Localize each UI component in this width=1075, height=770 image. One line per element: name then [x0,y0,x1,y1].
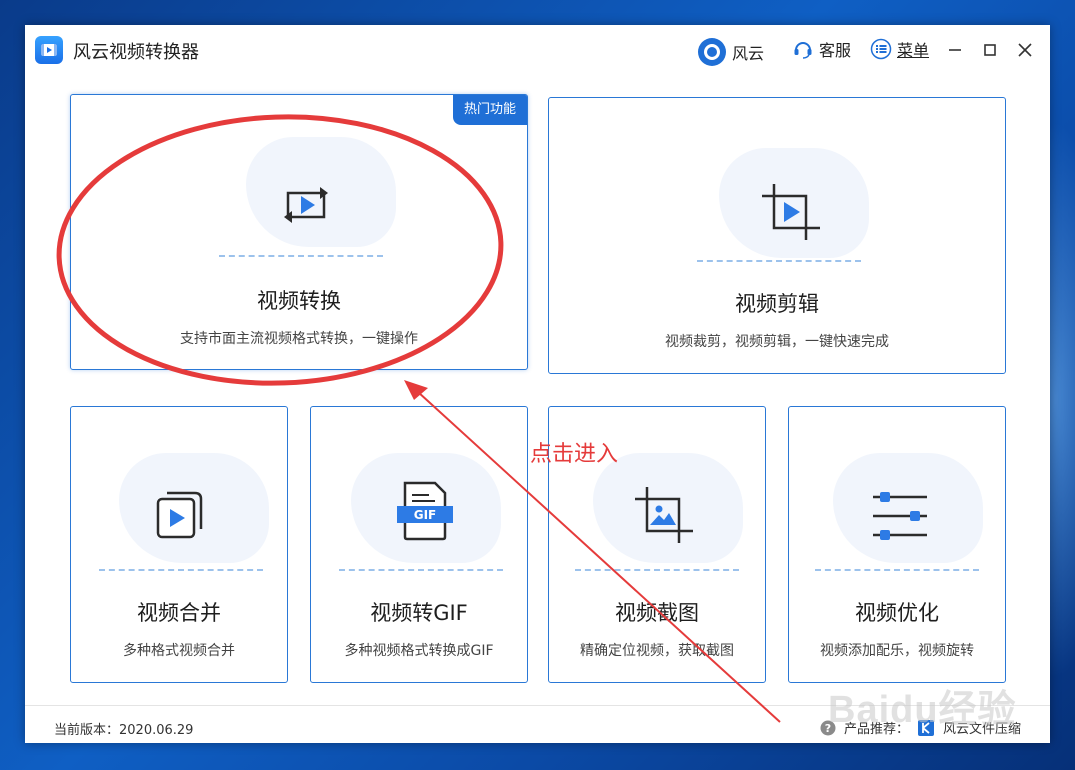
video-optimize-card[interactable]: 视频优化 视频添加配乐，视频旋转 [788,406,1006,683]
card-divider [219,255,383,257]
video-convert-title: 视频转换 [257,289,341,313]
video-screenshot-desc: 精确定位视频，获取截图 [580,643,734,659]
annotation-text: 点击进入 [530,442,619,467]
app-logo-icon [35,36,63,64]
video-to-gif-title: 视频转GIF [370,601,468,625]
baidu-watermark: Baidu经验 [828,689,1017,731]
card-divider [339,569,503,571]
menu-button[interactable]: 菜单 [870,37,929,61]
video-merge-card[interactable]: 视频合并 多种格式视频合并 [70,406,288,683]
fengyun-logo-icon [698,38,726,66]
customer-service-button[interactable]: 客服 [792,37,851,61]
video-merge-desc: 多种格式视频合并 [123,643,235,659]
video-merge-title: 视频合并 [137,601,221,625]
titlebar: 风云视频转换器 风云 客服 菜单 [25,25,1050,75]
app-title: 风云视频转换器 [73,42,199,63]
video-optimize-title: 视频优化 [855,601,939,625]
sliders-icon [873,492,927,540]
video-cut-desc: 视频裁剪，视频剪辑，一键快速完成 [665,334,889,350]
customer-service-label: 客服 [819,41,852,60]
maximize-icon [984,44,996,56]
menu-label: 菜单 [897,41,930,60]
image-crop-icon [635,487,693,543]
video-cut-title: 视频剪辑 [735,292,819,316]
video-merge-icon [156,491,203,539]
card-divider [697,260,861,262]
close-icon [1018,43,1032,57]
video-to-gif-desc: 多种视频格式转换成GIF [344,643,494,659]
video-convert-desc: 支持市面主流视频格式转换，一键操作 [180,331,418,347]
minimize-icon [949,49,961,51]
gif-file-icon: GIF [397,481,453,541]
card-divider [815,569,979,571]
video-convert-card[interactable]: 热门功能 视频转换 支持市面主流视频格式转换，一键操作 [70,94,528,370]
maximize-button[interactable] [977,37,1003,63]
version-label: 当前版本：2020.06.29 [54,723,194,738]
video-crop-icon [762,184,820,240]
gif-icon-label: GIF [414,508,437,522]
video-screenshot-title: 视频截图 [615,601,699,625]
fengyun-button[interactable]: 风云 [697,37,764,67]
video-optimize-desc: 视频添加配乐，视频旋转 [820,643,974,659]
fengyun-label: 风云 [732,44,765,63]
video-cut-card[interactable]: 视频剪辑 视频裁剪，视频剪辑，一键快速完成 [548,97,1006,374]
hot-feature-badge: 热门功能 [453,95,527,125]
close-button[interactable] [1012,37,1038,63]
headset-icon [794,42,812,59]
app-window: 风云视频转换器 风云 客服 菜单 热门功能 视频转换 支持市面主流视频格式转换，… [25,25,1050,743]
card-divider [575,569,739,571]
card-divider [99,569,263,571]
video-to-gif-card[interactable]: GIF 视频转GIF 多种视频格式转换成GIF [310,406,528,683]
menu-list-icon [870,38,892,60]
minimize-button[interactable] [942,37,968,63]
video-convert-icon [284,187,328,223]
